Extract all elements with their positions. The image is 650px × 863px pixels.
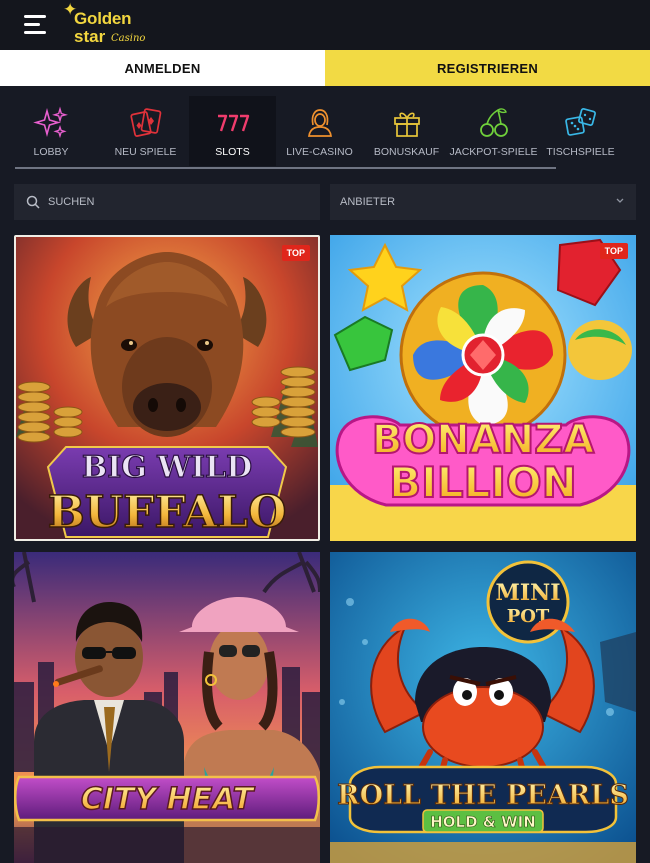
game-title-line1: BONANZA (372, 417, 594, 463)
game-artwork-buffalo: BIG WILD BUFFALO (16, 237, 318, 539)
tab-new-games[interactable]: NEU SPIELE (102, 96, 189, 166)
search-field[interactable] (14, 184, 320, 220)
game-title-line1: ROLL THE PEARLS (337, 780, 629, 811)
provider-label: ANBIETER (340, 196, 396, 208)
tab-label: TISCHSPIELE (546, 146, 615, 158)
logo-text-casino: Casino (111, 33, 146, 44)
brand-logo[interactable]: ✦ Golden star Casino (62, 1, 162, 47)
tab-bonus-buy[interactable]: BONUSKAUF (363, 96, 450, 166)
menu-icon[interactable] (24, 13, 50, 37)
top-badge: TOP (281, 245, 310, 261)
game-title-line2: HOLD & WIN (430, 813, 536, 831)
game-title-line1: BIG WILD (82, 450, 252, 485)
provider-select[interactable]: ANBIETER (330, 184, 636, 220)
tab-label: SLOTS (215, 146, 250, 158)
game-title: CITY HEAT (81, 782, 256, 817)
dice-icon (563, 105, 599, 141)
game-artwork-bonanza: BONANZA BILLION (330, 235, 636, 541)
nav-scroll-indicator[interactable] (15, 167, 556, 169)
logo-text-golden: Golden (74, 9, 132, 28)
top-header: ✦ Golden star Casino (0, 0, 650, 50)
game-tile-big-wild-buffalo[interactable]: BIG WILD BUFFALO TOP (14, 235, 320, 541)
mini-pot-badge-line1: MINI (495, 580, 560, 606)
dealer-icon (302, 105, 338, 141)
game-tile-roll-the-pearls[interactable]: MINI POT ROLL THE PEARLS HOLD & WIN (330, 552, 636, 863)
game-artwork-city-heat: CITY HEAT (14, 552, 320, 863)
tab-jackpot[interactable]: JACKPOT-SPIELE (449, 96, 538, 166)
login-button[interactable]: ANMELDEN (0, 50, 325, 86)
game-tile-bonanza-billion[interactable]: BONANZA BILLION TOP (330, 235, 636, 541)
search-input[interactable] (48, 196, 298, 208)
category-nav: LOBBY NEU SPIELE SLOTS LIVE-CASINO BONUS… (0, 96, 650, 166)
game-title-line2: BUFFALO (48, 487, 287, 538)
game-artwork-roll-the-pearls: MINI POT ROLL THE PEARLS HOLD & WIN (330, 552, 636, 863)
slot-777-icon (215, 105, 251, 141)
auth-bar: ANMELDEN REGISTRIEREN (0, 50, 650, 86)
tab-live-casino[interactable]: LIVE-CASINO (276, 96, 363, 166)
tab-label: LIVE-CASINO (286, 146, 353, 158)
register-button[interactable]: REGISTRIEREN (325, 50, 650, 86)
tab-lobby[interactable]: LOBBY (0, 96, 102, 166)
tab-label: JACKPOT-SPIELE (449, 146, 538, 158)
tab-label: BONUSKAUF (373, 146, 440, 158)
gift-icon (389, 105, 425, 141)
top-badge: TOP (599, 243, 628, 259)
tab-label: NEU SPIELE (114, 146, 177, 158)
search-icon (26, 195, 40, 209)
game-title-line2: BILLION (389, 458, 577, 507)
game-tile-city-heat[interactable]: CITY HEAT (14, 552, 320, 863)
sparkles-icon (33, 105, 69, 141)
tab-label: LOBBY (33, 146, 69, 158)
playing-cards-icon (128, 105, 164, 141)
cherries-icon (476, 105, 512, 141)
tab-slots[interactable]: SLOTS (189, 96, 276, 166)
chevron-down-icon (616, 198, 624, 203)
tab-table-games[interactable]: TISCHSPIELE (537, 96, 624, 166)
logo-text-star: star (74, 27, 106, 46)
